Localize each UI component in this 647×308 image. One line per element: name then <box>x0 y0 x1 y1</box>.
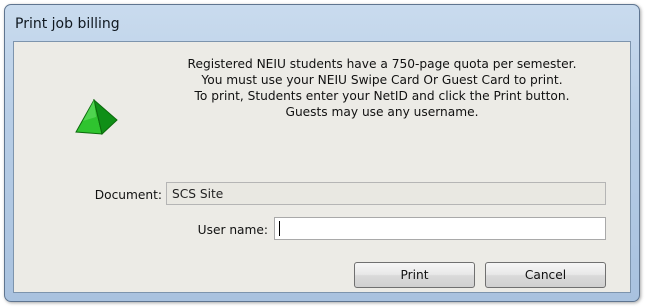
message-line: Registered NEIU students have a 750-page… <box>187 57 577 71</box>
document-label: Document: <box>94 188 162 202</box>
document-field: SCS Site <box>166 182 606 205</box>
print-button[interactable]: Print <box>354 262 475 288</box>
message-line: Guests may use any username. <box>285 105 479 119</box>
message-line: To print, Students enter your NetID and … <box>194 89 570 103</box>
title-bar[interactable]: Print job billing <box>5 5 639 38</box>
window-title: Print job billing <box>15 16 120 32</box>
cancel-button[interactable]: Cancel <box>485 262 606 288</box>
user-name-input[interactable] <box>274 217 606 240</box>
user-name-label: User name: <box>197 223 268 237</box>
green-pyramid-icon <box>75 99 118 135</box>
dialog-body: Registered NEIU students have a 750-page… <box>13 41 631 293</box>
message-line: You must use your NEIU Swipe Card Or Gue… <box>201 73 563 87</box>
quota-message: Registered NEIU students have a 750-page… <box>154 56 610 120</box>
print-job-billing-dialog: Print job billing Registered NEIU studen… <box>4 4 640 302</box>
text-caret <box>279 221 280 236</box>
